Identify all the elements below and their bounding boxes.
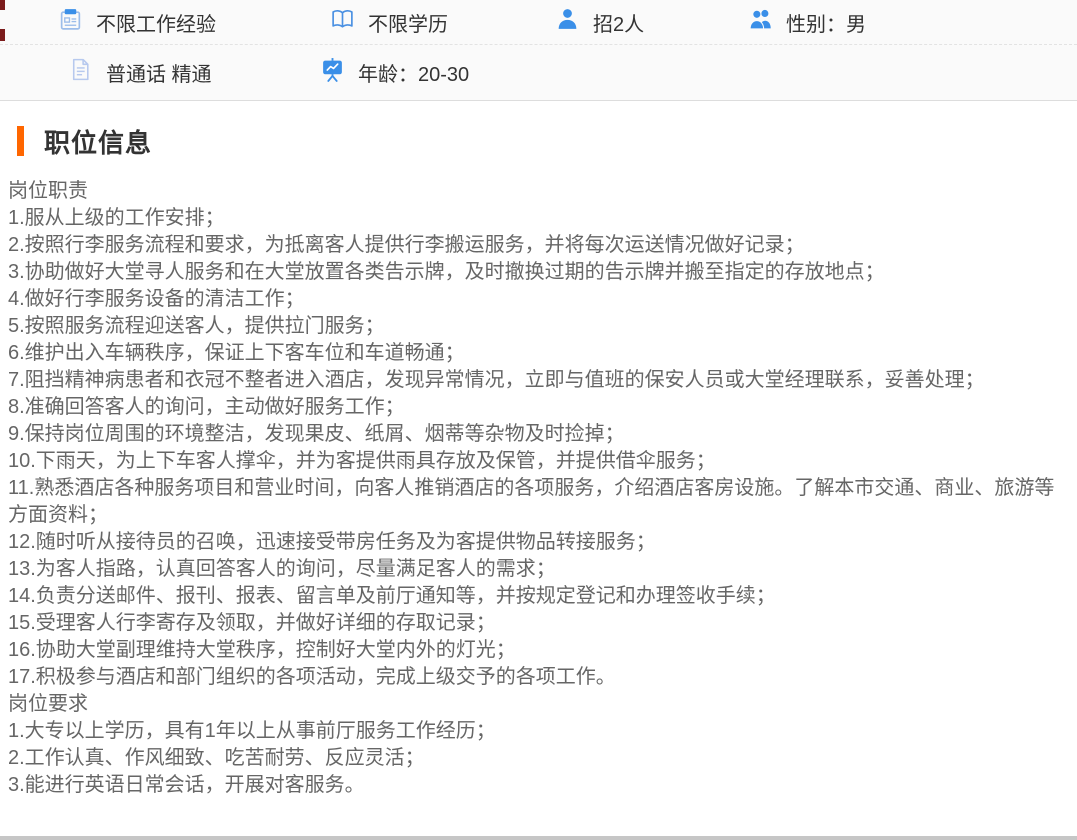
duty-line: 11.熟悉酒店各种服务项目和营业时间，向客人推销酒店的各项服务，介绍酒店客房设施… (8, 475, 1065, 529)
section-header: 职位信息 (0, 125, 1077, 157)
job-description: 岗位职责 1.服从上级的工作安排；2.按照行李服务流程和要求，为抵离客人提供行李… (0, 157, 1077, 799)
duty-line: 13.为客人指路，认真回答客人的询问，尽量满足客人的需求； (8, 556, 1065, 583)
duty-line: 5.按照服务流程迎送客人，提供拉门服务； (8, 313, 1065, 340)
requirements-heading: 岗位要求 (8, 691, 1065, 718)
attribute-gender: 性别：男 (748, 7, 1077, 38)
book-icon (330, 7, 355, 38)
attribute-label: 性别：男 (786, 8, 866, 37)
people-icon (748, 7, 773, 38)
duty-line: 17.积极参与酒店和部门组织的各项活动，完成上级交予的各项工作。 (8, 664, 1065, 691)
duty-line: 15.受理客人行李寄存及领取，并做好详细的存取记录； (8, 610, 1065, 637)
attribute-education: 不限学历 (330, 7, 555, 38)
duty-line: 6.维护出入车辆秩序，保证上下客车位和车道畅通； (8, 340, 1065, 367)
person-icon (555, 7, 580, 38)
requirement-line: 1.大专以上学历，具有1年以上从事前厅服务工作经历； (8, 718, 1065, 745)
duty-line: 3.协助做好大堂寻人服务和在大堂放置各类告示牌，及时撤换过期的告示牌并搬至指定的… (8, 259, 1065, 286)
attribute-label: 普通话 精通 (106, 58, 212, 87)
duty-line: 4.做好行李服务设备的清洁工作； (8, 286, 1065, 313)
left-edge-mark (0, 29, 5, 41)
attribute-label: 招2人 (593, 8, 644, 37)
job-detail-page: 不限工作经验 不限学历 招2人 (0, 0, 1077, 840)
attribute-headcount: 招2人 (555, 7, 748, 38)
attributes-row-1: 不限工作经验 不限学历 招2人 (0, 0, 1077, 45)
attributes-row-2: 普通话 精通 年龄：20-30 (0, 45, 1077, 100)
duty-line: 8.准确回答客人的询问，主动做好服务工作； (8, 394, 1065, 421)
duty-line: 1.服从上级的工作安排； (8, 205, 1065, 232)
duty-line: 7.阻挡精神病患者和衣冠不整者进入酒店，发现异常情况，立即与值班的保安人员或大堂… (8, 367, 1065, 394)
attribute-experience: 不限工作经验 (58, 7, 330, 38)
duty-line: 10.下雨天，为上下车客人撑伞，并为客提供雨具存放及保管，并提供借伞服务； (8, 448, 1065, 475)
requirements-list: 1.大专以上学历，具有1年以上从事前厅服务工作经历；2.工作认真、作风细致、吃苦… (8, 718, 1065, 799)
resume-icon (58, 7, 83, 38)
left-edge-mark (0, 0, 5, 10)
requirement-line: 3.能进行英语日常会话，开展对客服务。 (8, 772, 1065, 799)
duties-list: 1.服从上级的工作安排；2.按照行李服务流程和要求，为抵离客人提供行李搬运服务，… (8, 205, 1065, 691)
attribute-label: 年龄：20-30 (358, 58, 469, 87)
duties-heading: 岗位职责 (8, 178, 1065, 205)
duty-line: 14.负责分送邮件、报刊、报表、留言单及前厅通知等，并按规定登记和办理签收手续； (8, 583, 1065, 610)
duty-line: 9.保持岗位周围的环境整洁，发现果皮、纸屑、烟蒂等杂物及时捡掉； (8, 421, 1065, 448)
attribute-age: 年龄：20-30 (320, 57, 1077, 88)
job-attributes-strip: 不限工作经验 不限学历 招2人 (0, 0, 1077, 101)
attribute-label: 不限学历 (368, 8, 448, 37)
attribute-label: 不限工作经验 (96, 8, 216, 37)
duty-line: 12.随时听从接待员的召唤，迅速接受带房任务及为客提供物品转接服务； (8, 529, 1065, 556)
document-icon (68, 57, 93, 88)
chart-board-icon (320, 57, 345, 88)
requirement-line: 2.工作认真、作风细致、吃苦耐劳、反应灵活； (8, 745, 1065, 772)
duty-line: 16.协助大堂副理维持大堂秩序，控制好大堂内外的灯光； (8, 637, 1065, 664)
section-title: 职位信息 (44, 123, 152, 160)
duty-line: 2.按照行李服务流程和要求，为抵离客人提供行李搬运服务，并将每次运送情况做好记录… (8, 232, 1065, 259)
attribute-language: 普通话 精通 (68, 57, 320, 88)
accent-bar (17, 126, 24, 156)
